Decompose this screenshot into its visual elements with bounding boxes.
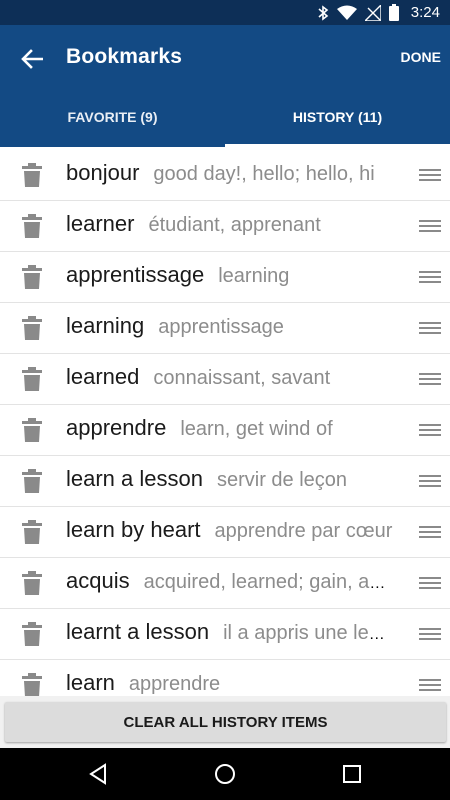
list-item[interactable]: acquis acquired, learned; gain, asset — [0, 558, 450, 609]
list-item[interactable]: bonjour good day!, hello; hello, hi — [0, 150, 450, 201]
status-time: 3:24 — [410, 4, 440, 21]
drag-handle-icon[interactable] — [419, 218, 441, 234]
clear-button-container: CLEAR ALL HISTORY ITEMS — [0, 696, 450, 748]
trash-icon[interactable] — [22, 316, 42, 340]
list-item[interactable]: learned connaissant, savant — [0, 354, 450, 405]
item-text: learn apprendre — [66, 670, 394, 696]
drag-handle-icon[interactable] — [419, 575, 441, 591]
item-text: learner étudiant, apprenant — [66, 211, 394, 237]
app-bar: Bookmarks DONE FAVORITE (9) HISTORY (11) — [0, 25, 450, 147]
list-item[interactable]: apprentissage learning — [0, 252, 450, 303]
item-meaning: connaissant, savant — [153, 367, 331, 389]
trash-icon[interactable] — [22, 469, 42, 493]
drag-handle-icon[interactable] — [419, 269, 441, 285]
drag-handle-icon[interactable] — [419, 524, 441, 540]
system-navigation-bar — [0, 748, 450, 800]
item-meaning: servir de leçon — [216, 469, 348, 491]
item-text: learnt a lesson il a appris une leçon — [66, 619, 394, 645]
item-text: acquis acquired, learned; gain, asset — [66, 568, 394, 594]
trash-icon[interactable] — [22, 163, 42, 187]
item-word: learn a lesson — [66, 466, 203, 491]
list-item[interactable]: apprendre learn, get wind of — [0, 405, 450, 456]
item-text: learn by heart apprendre par cœur — [66, 517, 394, 543]
item-meaning: apprentissage — [158, 316, 284, 338]
item-meaning: learning — [218, 265, 290, 287]
history-list[interactable]: bonjour good day!, hello; hello, hi learne… — [0, 150, 450, 696]
item-meaning: acquired, learned; gain, asset — [143, 571, 394, 593]
item-meaning: good day!, hello; hello, hi — [153, 163, 375, 185]
list-item[interactable]: learn by heart apprendre par cœur — [0, 507, 450, 558]
trash-icon[interactable] — [22, 214, 42, 238]
trash-icon[interactable] — [22, 367, 42, 391]
tab-active-indicator — [225, 144, 450, 147]
drag-handle-icon[interactable] — [419, 422, 441, 438]
list-item[interactable]: learnt a lesson il a appris une leçon — [0, 609, 450, 660]
item-word: learning — [66, 313, 145, 338]
page-title: Bookmarks — [66, 45, 183, 68]
tab-favorite[interactable]: FAVORITE (9) — [0, 103, 225, 147]
item-word: learner — [66, 211, 135, 236]
item-word: learn — [66, 670, 115, 695]
back-button[interactable] — [18, 45, 46, 73]
item-word: apprendre — [66, 415, 167, 440]
tab-favorite-label: FAVORITE (9) — [67, 109, 158, 125]
drag-handle-icon[interactable] — [419, 371, 441, 387]
item-text: learned connaissant, savant — [66, 364, 394, 390]
drag-handle-icon[interactable] — [419, 320, 441, 336]
tab-history[interactable]: HISTORY (11) — [225, 103, 450, 147]
trash-icon[interactable] — [22, 571, 42, 595]
tab-history-label: HISTORY (11) — [292, 109, 383, 125]
item-text: apprentissage learning — [66, 262, 394, 288]
item-text: apprendre learn, get wind of — [66, 415, 394, 441]
item-meaning: étudiant, apprenant — [148, 214, 321, 236]
nav-back-icon[interactable] — [86, 762, 110, 786]
list-item[interactable]: learning apprentissage — [0, 303, 450, 354]
item-text: bonjour good day!, hello; hello, hi — [66, 160, 394, 186]
item-meaning: il a appris une leçon — [223, 622, 394, 644]
item-word: learn by heart — [66, 517, 201, 542]
no-signal-icon — [364, 4, 381, 21]
nav-home-icon[interactable] — [213, 762, 237, 786]
drag-handle-icon[interactable] — [419, 167, 441, 183]
status-bar: 3:24 — [0, 0, 450, 25]
list-item[interactable]: learn apprendre — [0, 660, 450, 696]
wifi-icon — [336, 5, 357, 20]
item-meaning: learn, get wind of — [180, 418, 333, 440]
list-item[interactable]: learn a lesson servir de leçon — [0, 456, 450, 507]
item-word: learnt a lesson — [66, 619, 210, 644]
trash-icon[interactable] — [22, 265, 42, 289]
item-meaning: apprendre par cœur — [214, 520, 393, 542]
battery-icon — [388, 4, 399, 21]
tab-bar: FAVORITE (9) HISTORY (11) — [0, 103, 450, 147]
drag-handle-icon[interactable] — [419, 677, 441, 693]
bluetooth-icon — [318, 4, 329, 21]
drag-handle-icon[interactable] — [419, 626, 441, 642]
item-word: learned — [66, 364, 140, 389]
item-word: acquis — [66, 568, 130, 593]
nav-recents-icon[interactable] — [340, 762, 364, 786]
trash-icon[interactable] — [22, 418, 42, 442]
item-word: bonjour — [66, 160, 140, 185]
arrow-back-icon — [21, 49, 43, 69]
drag-handle-icon[interactable] — [419, 473, 441, 489]
trash-icon[interactable] — [22, 673, 42, 696]
item-text: learning apprentissage — [66, 313, 394, 339]
trash-icon[interactable] — [22, 520, 42, 544]
item-word: apprentissage — [66, 262, 205, 287]
done-button[interactable]: DONE — [401, 49, 441, 65]
clear-all-history-button[interactable]: CLEAR ALL HISTORY ITEMS — [5, 702, 446, 742]
item-meaning: apprendre — [128, 673, 221, 695]
trash-icon[interactable] — [22, 622, 42, 646]
item-text: learn a lesson servir de leçon — [66, 466, 394, 492]
list-item[interactable]: learner étudiant, apprenant — [0, 201, 450, 252]
